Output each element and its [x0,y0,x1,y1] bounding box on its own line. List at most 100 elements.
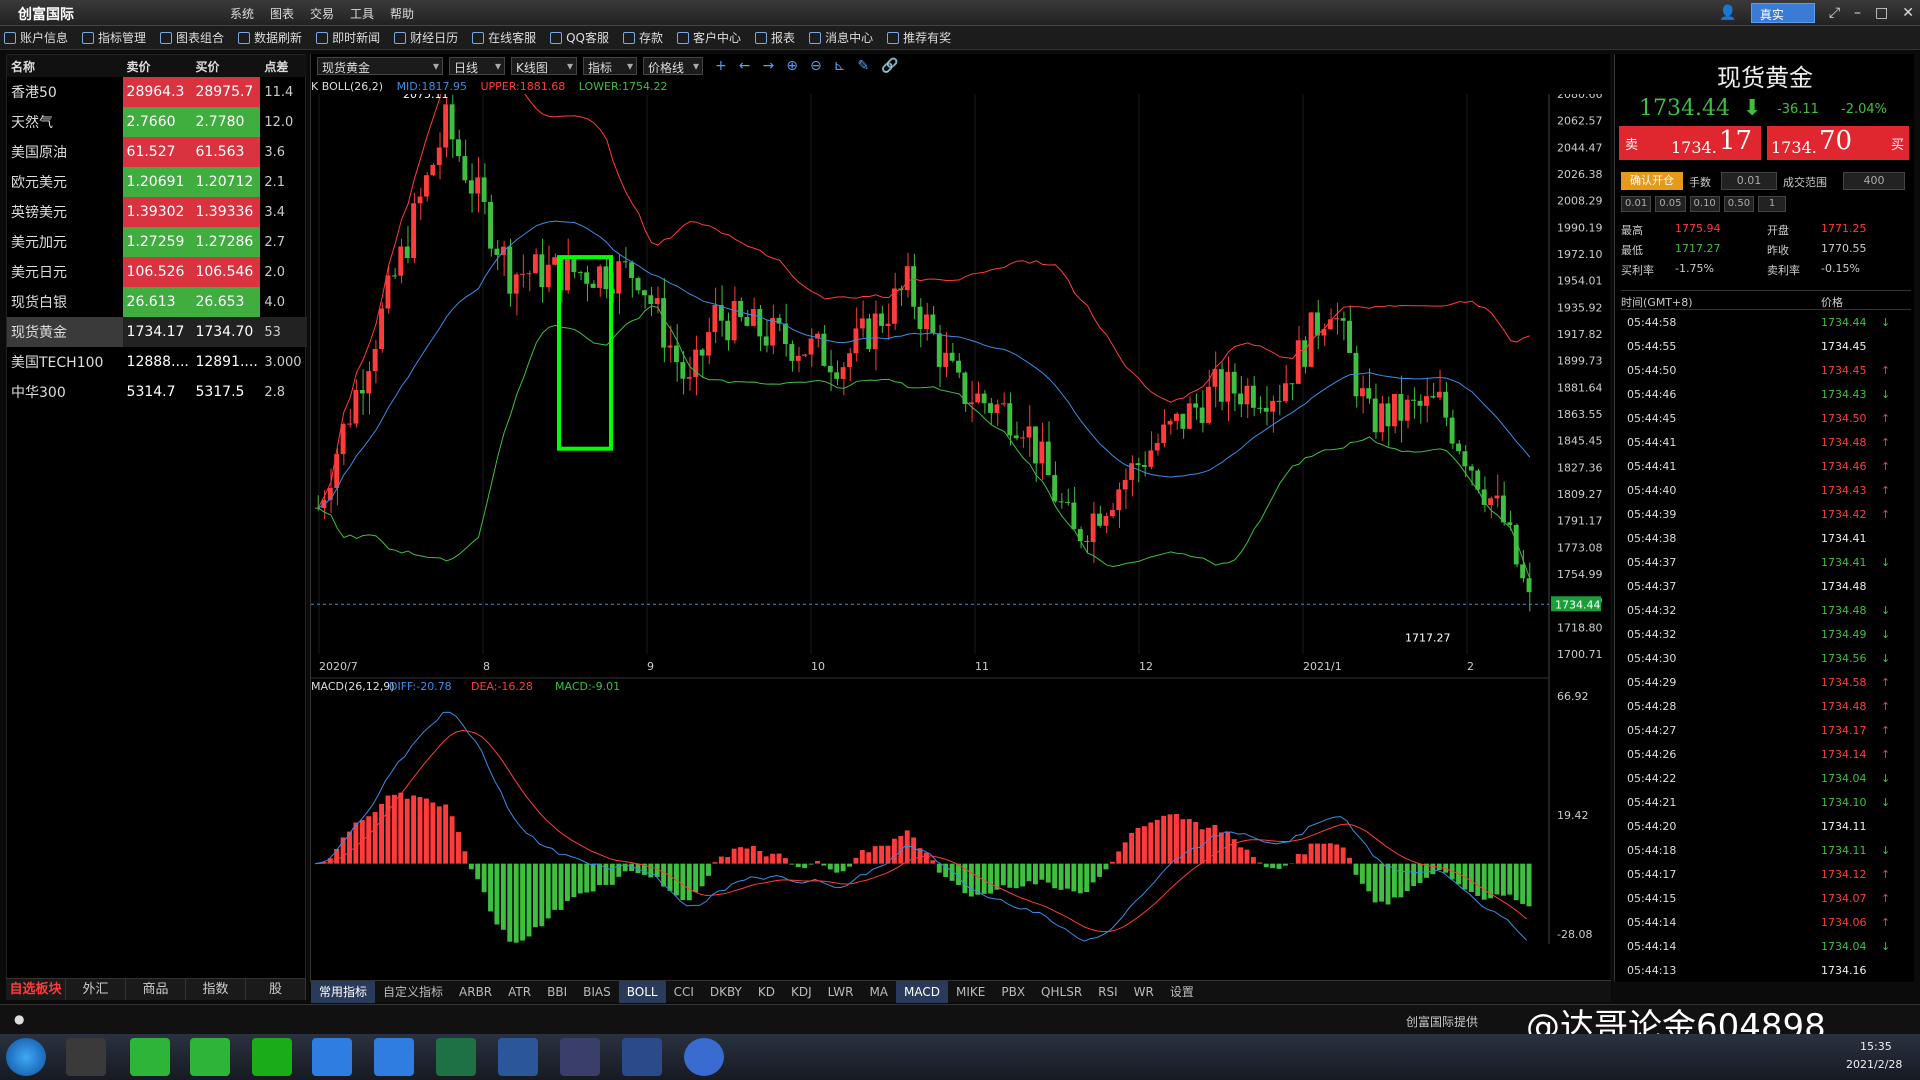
menu-system[interactable]: 系统 [230,5,270,22]
tab-indices[interactable]: 指数 [186,979,246,1000]
sell-button[interactable]: 卖 1734. 17 [1619,126,1761,160]
pencil-icon[interactable]: ✎ [857,58,869,74]
watchlist-row[interactable]: 天然气 2.7660 2.7780 12.0 [7,107,307,137]
indicator-tab[interactable]: ATR [500,981,539,1003]
tab-forex[interactable]: 外汇 [66,979,126,1000]
excel-icon[interactable] [436,1038,476,1076]
chart-app-icon[interactable] [560,1038,600,1076]
iqiyi-icon[interactable] [130,1038,170,1076]
toolbar-deposit[interactable]: 存款 [623,29,663,46]
watchlist-row[interactable]: 中华300 5314.7 5317.5 2.8 [7,377,307,407]
account-mode-select[interactable]: 真实 [1750,3,1815,23]
user-icon[interactable]: 👤 [1719,5,1736,21]
indicator-select[interactable]: 指标 [583,57,637,75]
trading-app-icon[interactable] [622,1038,662,1076]
indicator-tab[interactable]: KD [750,981,783,1003]
toolbar-referral[interactable]: 推荐有奖 [887,29,951,46]
mail-icon[interactable] [312,1038,352,1076]
arrow-right-icon[interactable]: → [762,58,774,74]
indicator-tab[interactable]: RSI [1090,981,1126,1003]
indicator-tab[interactable]: 常用指标 [311,980,376,1003]
menu-trade[interactable]: 交易 [310,5,350,22]
watchlist-row[interactable]: 现货白银 26.613 26.653 4.0 [7,287,307,317]
menu-chart[interactable]: 图表 [270,5,310,22]
watchlist-row[interactable]: 香港50 28964.3 28975.7 11.4 [7,77,307,107]
indicator-tab[interactable]: MACD [896,980,948,1003]
crosshair-icon[interactable]: + [715,58,727,74]
period-select[interactable]: 日线 [449,57,505,75]
tab-favorites[interactable]: 自选板块 [6,979,66,1000]
indicator-tab[interactable]: BIAS [575,981,619,1003]
col-ask[interactable]: 买价 [191,55,261,77]
chat-icon[interactable]: ● [14,1012,24,1026]
tab-stocks[interactable]: 股 [246,979,306,1000]
indicator-tab[interactable]: QHLSR [1033,981,1090,1003]
indicator-tab[interactable]: BOLL [618,980,666,1003]
toolbar-customer-center[interactable]: 客户中心 [677,29,741,46]
indicator-tab[interactable]: BBI [539,981,575,1003]
indicator-tab[interactable]: 自定义指标 [375,981,451,1003]
watchlist-row[interactable]: 英镑美元 1.39302 1.39336 3.4 [7,197,307,227]
indicator-tab[interactable]: CCI [666,981,702,1003]
watchlist-row[interactable]: 美国原油 61.527 61.563 3.6 [7,137,307,167]
col-spread[interactable]: 点差 [260,55,307,77]
sogou-icon[interactable] [684,1038,724,1076]
confirm-open-button[interactable]: 确认开仓 [1621,172,1683,190]
quick-lot-button[interactable]: 0.10 [1689,196,1720,212]
toolbar-calendar[interactable]: 财经日历 [394,29,458,46]
app-icon-1[interactable] [66,1038,106,1076]
toolbar-news[interactable]: 即时新闻 [316,29,380,46]
lots-input[interactable]: 0.01 [1721,172,1777,190]
price-chart-svg[interactable]: 2080.66 2062.57 2044.47 2026.38 2008.29 1990.… [311,94,1611,980]
start-icon[interactable] [6,1038,46,1076]
menu-help[interactable]: 帮助 [390,5,430,22]
price-line-select[interactable]: 价格线 [643,57,703,75]
watchlist-row[interactable]: 现货黄金 1734.17 1734.70 53 [7,317,307,347]
menu-tools[interactable]: 工具 [350,5,390,22]
toolbar-qq-service[interactable]: QQ客服 [550,29,609,46]
wechat-icon[interactable] [252,1038,292,1076]
chart-type-select[interactable]: K线图 [511,57,577,75]
quick-lot-button[interactable]: 0.01 [1621,196,1652,212]
watchlist-row[interactable]: 美国TECH100 12888.... 12891.... 3.000 [7,347,307,377]
quick-lot-button[interactable]: 1 [1758,196,1787,212]
col-name[interactable]: 名称 [7,55,123,77]
quick-lot-button[interactable]: 0.50 [1723,196,1755,212]
indicator-tab[interactable]: ARBR [451,981,500,1003]
axis-icon[interactable]: ⊾ [834,58,846,74]
toolbar-report[interactable]: 报表 [755,29,795,46]
toolbar-chart-group[interactable]: 图表组合 [160,29,224,46]
arrow-left-icon[interactable]: ← [739,58,751,74]
toolbar-account-info[interactable]: 账户信息 [4,29,68,46]
word-icon[interactable] [498,1038,538,1076]
watchlist-row[interactable]: 欧元美元 1.20691 1.20712 2.1 [7,167,307,197]
indicator-tab[interactable]: WR [1126,981,1162,1003]
close-icon[interactable]: ✕ [1902,5,1914,21]
indicator-tab[interactable]: 设置 [1162,981,1202,1003]
tab-commodities[interactable]: 商品 [126,979,186,1000]
indicator-tab[interactable]: LWR [820,981,862,1003]
toolbar-indicator-manage[interactable]: 指标管理 [82,29,146,46]
zoom-out-icon[interactable]: ⊖ [810,58,822,74]
buy-button[interactable]: 1734. 70 买 [1767,126,1909,160]
zoom-in-icon[interactable]: ⊕ [786,58,798,74]
indicator-tab[interactable]: PBX [993,981,1033,1003]
quick-lot-button[interactable]: 0.05 [1655,196,1686,212]
range-input[interactable]: 400 [1843,172,1905,190]
indicator-tab[interactable]: MA [861,981,896,1003]
toolbar-messages[interactable]: 消息中心 [809,29,873,46]
restore-icon[interactable]: ⤢ [1829,5,1840,21]
link-icon[interactable]: 🔗 [881,58,898,74]
indicator-tab[interactable]: MIKE [948,981,993,1003]
wps-icon[interactable] [374,1038,414,1076]
watchlist-row[interactable]: 美元日元 106.526 106.546 2.0 [7,257,307,287]
maximize-icon[interactable]: □ [1875,5,1888,21]
watchlist-row[interactable]: 美元加元 1.27259 1.27286 2.7 [7,227,307,257]
chart-panel[interactable]: 现货黄金 日线 K线图 指标 价格线 + ← → ⊕ ⊖ ⊾ ✎ 🔗 K BOL… [310,54,1611,1003]
indicator-tab[interactable]: KDJ [783,981,820,1003]
toolbar-refresh[interactable]: 数据刷新 [238,29,302,46]
col-bid[interactable]: 卖价 [122,55,192,77]
toolbar-online-service[interactable]: 在线客服 [472,29,536,46]
minimize-icon[interactable]: – [1854,5,1861,21]
symbol-select[interactable]: 现货黄金 [317,57,443,75]
